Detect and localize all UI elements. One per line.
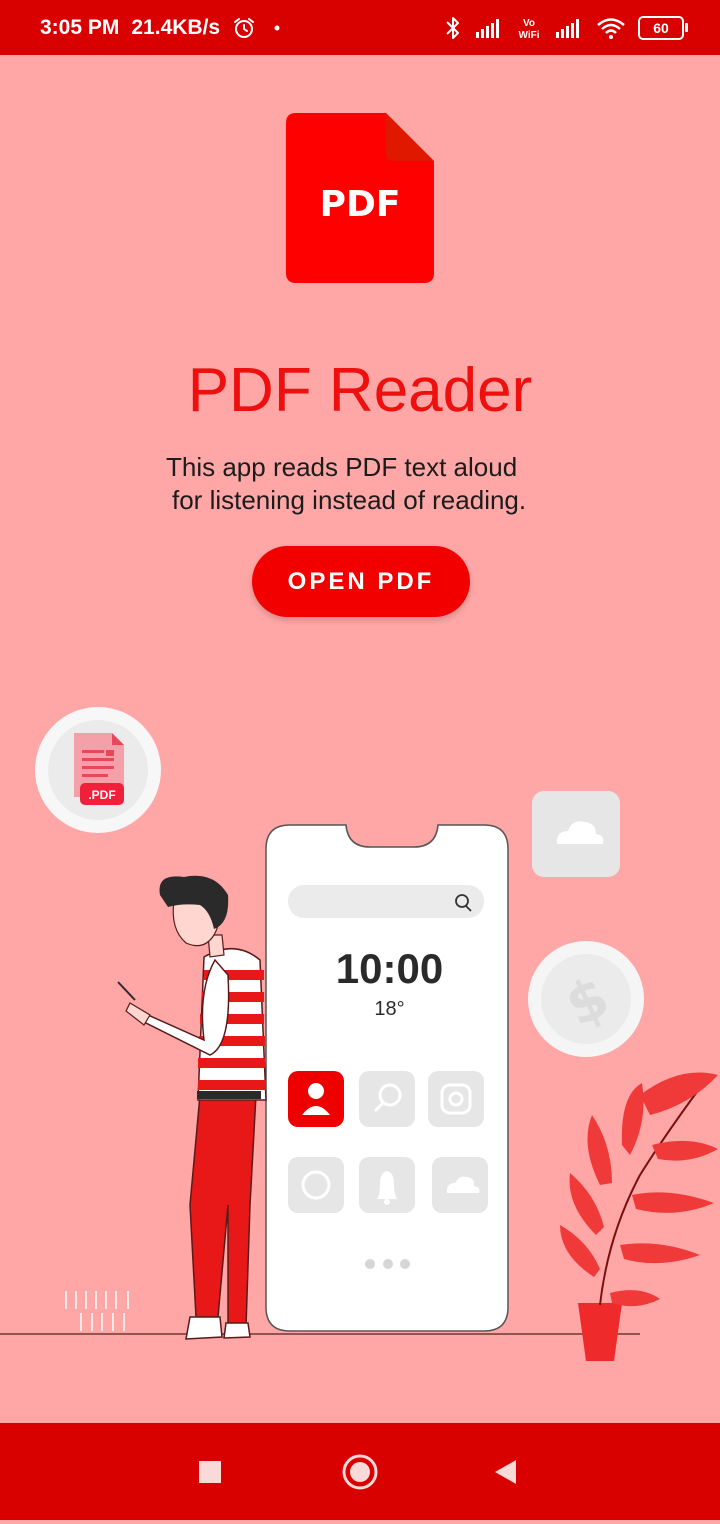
back-button[interactable] <box>462 1423 552 1520</box>
triangle-back-icon <box>495 1460 516 1484</box>
phone-mockup <box>265 824 509 1332</box>
svg-text:Vo: Vo <box>523 18 535 29</box>
status-left: 3:05 PM 21.4KB/s <box>40 0 286 55</box>
pdf-logo-icon: PDF <box>286 113 434 283</box>
alarm-icon <box>234 17 255 38</box>
vowifi-icon: Vo WiFi <box>518 18 539 41</box>
dot-icon <box>274 25 280 30</box>
status-time: 3:05 PM <box>40 15 120 39</box>
phone-clock: 10:00 <box>335 945 444 992</box>
person-figure <box>117 875 267 1340</box>
circle-icon <box>342 1454 378 1490</box>
whatsapp-icon <box>288 1157 344 1213</box>
open-pdf-button[interactable]: OPEN PDF <box>252 546 470 617</box>
search-icon <box>359 1071 415 1127</box>
square-icon <box>199 1461 221 1483</box>
home-button[interactable] <box>315 1423 405 1520</box>
battery-level: 60 <box>653 19 669 36</box>
pdf-badge-text: .PDF <box>88 788 115 802</box>
bell-icon <box>359 1157 415 1213</box>
instagram-icon <box>428 1071 484 1127</box>
dollar-coin-icon: $ <box>528 941 644 1057</box>
description-line-1: This app reads PDF text aloud <box>166 452 518 482</box>
signal-icon <box>476 18 499 38</box>
main-screen: PDF PDF Reader This app reads PDF text a… <box>0 55 720 1423</box>
status-right: Vo WiFi 60 <box>444 0 688 55</box>
svg-text:$: $ <box>556 964 619 1039</box>
logo-text: PDF <box>320 184 401 225</box>
wifi-icon <box>597 17 625 39</box>
navigation-bar <box>0 1423 720 1520</box>
status-bar: 3:05 PM 21.4KB/s Vo WiFi 60 <box>0 0 720 55</box>
bluetooth-icon <box>446 16 459 39</box>
grass-decoration <box>65 1291 129 1331</box>
network-speed: 21.4KB/s <box>131 15 221 39</box>
user-icon <box>288 1071 344 1127</box>
plant-decoration <box>560 1072 718 1361</box>
pdf-file-icon: .PDF <box>35 707 161 833</box>
phone-temperature: 18° <box>374 998 405 1020</box>
cloud-icon <box>432 1157 488 1213</box>
battery-icon: 60 <box>638 15 688 40</box>
phone-search-icon <box>455 894 472 912</box>
description-line-2: for listening instead of reading. <box>172 485 527 515</box>
svg-text:WiFi: WiFi <box>518 30 539 41</box>
app-title: PDF Reader <box>187 356 533 425</box>
signal-icon <box>556 18 579 38</box>
cloud-tile-icon <box>532 791 620 877</box>
phone-search-bar <box>288 885 484 918</box>
recents-button[interactable] <box>165 1423 255 1520</box>
